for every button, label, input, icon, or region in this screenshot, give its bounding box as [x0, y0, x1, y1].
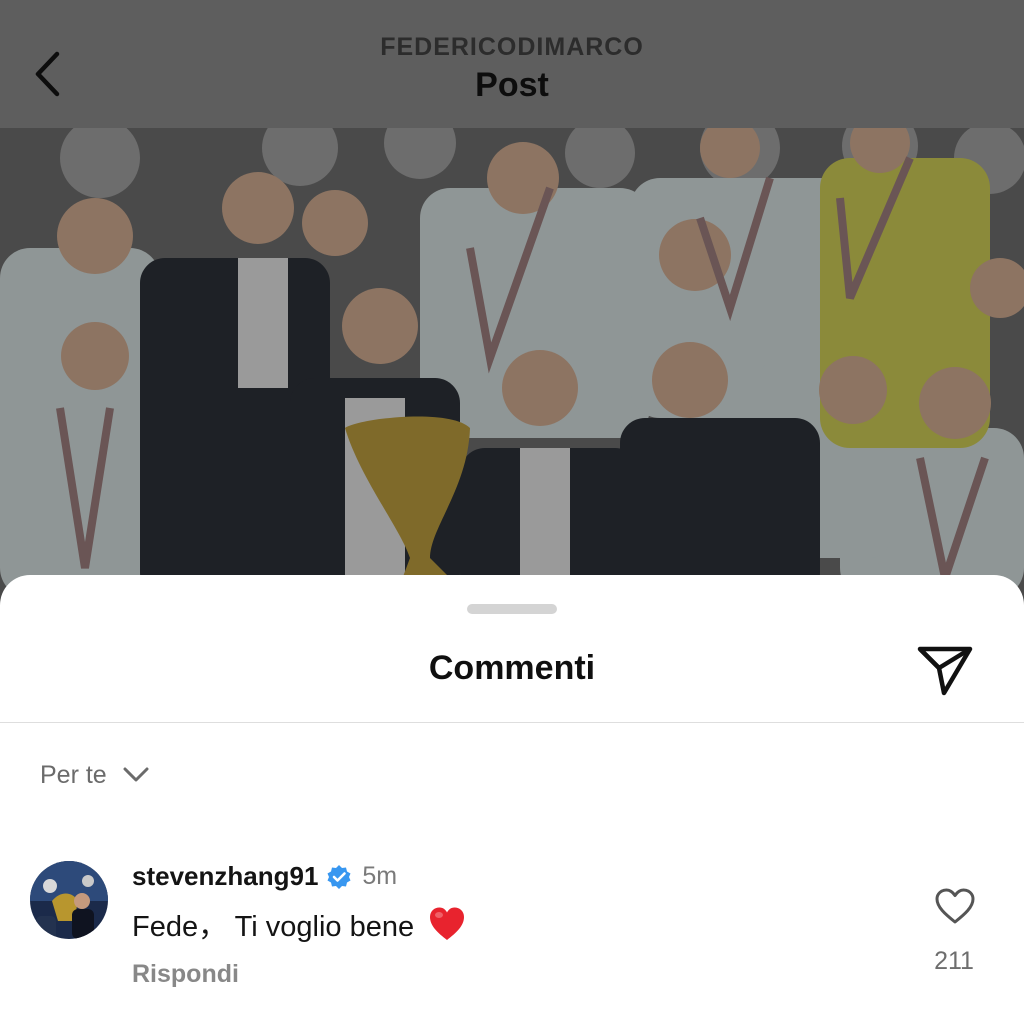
comments-sheet: Commenti Per te stevenzhang91 5m Fede， T…	[0, 575, 1024, 1017]
comment-body: Fede， Ti voglio bene	[132, 911, 415, 943]
like-count: 211	[934, 947, 974, 975]
avatar[interactable]	[30, 861, 108, 939]
red-heart-emoji-icon	[428, 906, 466, 942]
sort-label: Per te	[40, 760, 107, 789]
comment-item: stevenzhang91 5m Fede， Ti voglio bene Ri…	[0, 855, 1024, 1015]
sheet-drag-handle[interactable]	[467, 604, 557, 614]
comment-timestamp: 5m	[362, 862, 398, 890]
post-author-username[interactable]: FEDERICODIMARCO	[0, 33, 1024, 62]
heart-outline-icon	[935, 888, 975, 924]
divider	[0, 722, 1024, 723]
post-photo[interactable]	[0, 128, 1024, 598]
reply-button[interactable]: Rispondi	[132, 960, 239, 989]
comment-text: Fede， Ti voglio bene	[132, 903, 466, 945]
post-header: FEDERICODIMARCO Post	[0, 0, 1024, 128]
page-title: Post	[475, 66, 549, 104]
paper-plane-icon	[917, 646, 973, 696]
like-button[interactable]	[932, 885, 978, 927]
chevron-down-icon	[123, 767, 149, 783]
comment-username[interactable]: stevenzhang91	[132, 861, 318, 892]
share-button[interactable]	[912, 641, 976, 699]
comments-title: Commenti	[428, 649, 596, 687]
sort-selector[interactable]: Per te	[40, 755, 149, 795]
verified-badge-icon	[326, 864, 352, 890]
